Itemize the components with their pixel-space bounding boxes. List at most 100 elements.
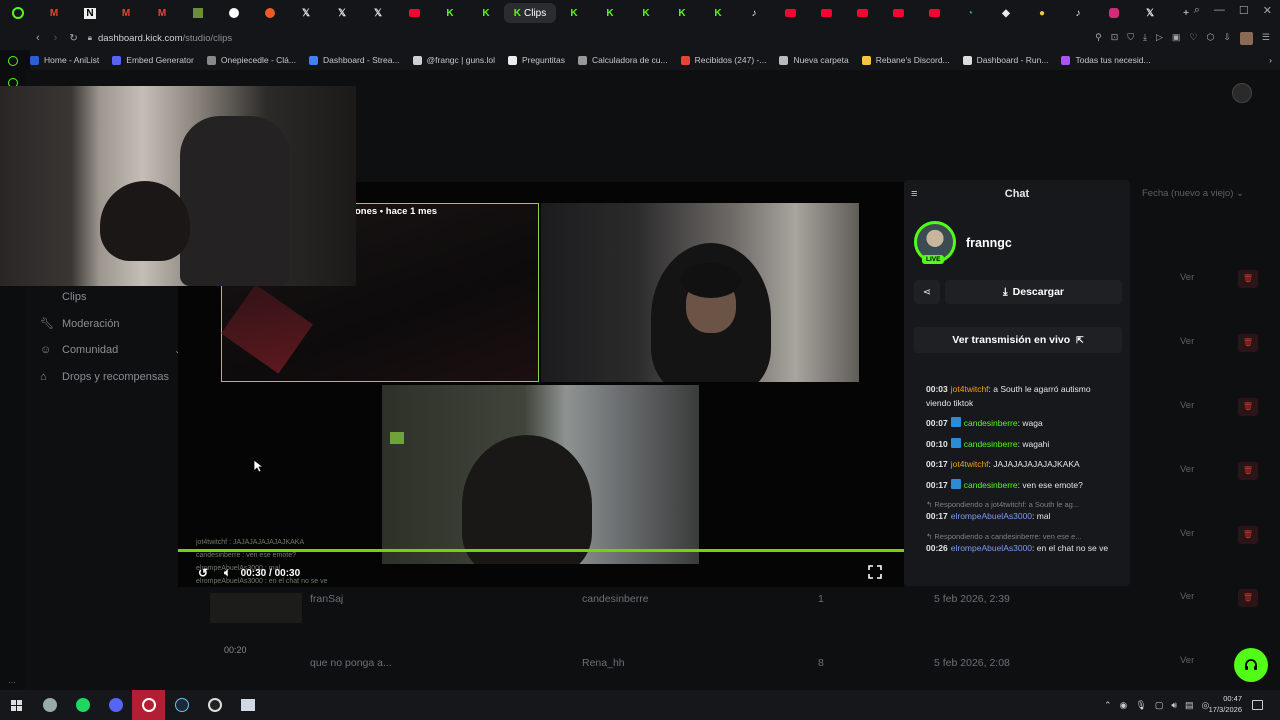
- tab-kick-icon[interactable]: K: [468, 3, 504, 23]
- ai-icon[interactable]: [8, 56, 18, 66]
- notifications-icon[interactable]: [1252, 700, 1263, 710]
- app-icon[interactable]: [231, 690, 264, 720]
- taskbar-clock[interactable]: 00:47 17/3/2026: [1209, 693, 1242, 715]
- steam-icon[interactable]: [165, 690, 198, 720]
- streamer-name[interactable]: franngc: [966, 236, 1012, 250]
- bookmark-item[interactable]: Calculadora de cu...: [578, 55, 668, 65]
- app-icon[interactable]: [33, 690, 66, 720]
- tab-gmail-icon[interactable]: M: [36, 3, 72, 23]
- message-username[interactable]: elrompeAbuelAs3000: [951, 543, 1032, 553]
- spotify-icon[interactable]: [66, 690, 99, 720]
- snapshot-icon[interactable]: ⊡: [1111, 32, 1119, 45]
- bookmark-item[interactable]: Rebane's Discord...: [861, 55, 950, 65]
- chat-message[interactable]: 00:17 candesinberre: ven ese emote?: [926, 478, 1112, 493]
- bookmark-item[interactable]: @frangc | guns.lol: [412, 55, 495, 65]
- chevron-up-icon[interactable]: ⌃: [1104, 700, 1112, 711]
- chat-message[interactable]: 00:03 jot4twitchf: a South le agarró auti…: [926, 383, 1112, 410]
- tab-app-icon[interactable]: ◆: [988, 3, 1024, 23]
- bookmark-item[interactable]: Embed Generator: [112, 55, 194, 65]
- opera-icon[interactable]: [132, 690, 165, 720]
- view-clip-link[interactable]: Ver: [1180, 528, 1194, 539]
- tab-chrome-icon[interactable]: [216, 3, 252, 23]
- obs-icon[interactable]: [198, 690, 231, 720]
- forward-icon[interactable]: ›: [54, 32, 58, 44]
- chat-message[interactable]: 00:17 jot4twitchf: JAJAJAJAJAJAJKAKA: [926, 458, 1112, 472]
- tab-kick-icon[interactable]: K: [700, 3, 736, 23]
- sidebar-more-icon[interactable]: ···: [8, 678, 16, 687]
- tab-x-icon[interactable]: 𝕏: [360, 3, 396, 23]
- shield-icon[interactable]: ⛉: [1127, 32, 1134, 45]
- collapse-chat-icon[interactable]: ≡: [911, 188, 917, 200]
- fullscreen-icon[interactable]: [868, 565, 882, 579]
- share-button[interactable]: ⋖: [914, 280, 940, 304]
- bookmark-item[interactable]: Todas tus necesid...: [1061, 55, 1151, 65]
- bookmark-item[interactable]: Home - AniList: [30, 55, 99, 65]
- tab-kick-icon[interactable]: K: [628, 3, 664, 23]
- tab-web-icon[interactable]: ◔: [952, 3, 988, 23]
- tab-x-icon[interactable]: 𝕏: [1132, 3, 1168, 23]
- menu-icon[interactable]: ☰: [1262, 32, 1270, 45]
- opera-logo-icon[interactable]: [0, 3, 36, 23]
- cube-icon[interactable]: ▣: [1172, 32, 1181, 45]
- bookmark-item[interactable]: Recibidos (247) -...: [680, 55, 766, 65]
- tab-app-icon[interactable]: [252, 3, 288, 23]
- sort-filter-dropdown[interactable]: Fecha (nuevo a viejo) ⌄: [1142, 188, 1244, 199]
- message-username[interactable]: jot4twitchf: [951, 459, 989, 469]
- mic-icon[interactable]: 🎙︎: [1135, 700, 1146, 711]
- table-row[interactable]: 00:20 que no ponga a... Rena_hh 8 5 feb …: [210, 645, 1010, 669]
- tab-minecraft-icon[interactable]: [180, 3, 216, 23]
- tab-instagram-icon[interactable]: [1096, 3, 1132, 23]
- tab-youtube-icon[interactable]: [844, 3, 880, 23]
- chat-message[interactable]: ↰ Respondiendo a candesinberre: ven ese …: [926, 531, 1112, 556]
- minimize-icon[interactable]: —: [1214, 4, 1225, 17]
- tab-youtube-icon[interactable]: [808, 3, 844, 23]
- view-clip-link[interactable]: Ver: [1180, 272, 1194, 283]
- tab-x-icon[interactable]: 𝕏: [324, 3, 360, 23]
- delete-clip-button[interactable]: 🗑︎: [1238, 334, 1258, 352]
- tab-gmail-icon[interactable]: M: [108, 3, 144, 23]
- delete-clip-button[interactable]: 🗑︎: [1238, 589, 1258, 607]
- replay-icon[interactable]: ↺: [198, 566, 208, 580]
- view-clip-link[interactable]: Ver: [1180, 655, 1194, 666]
- heart-icon[interactable]: ♡: [1189, 32, 1197, 45]
- bookmarks-overflow-icon[interactable]: ›: [1269, 55, 1272, 65]
- view-clip-link[interactable]: Ver: [1180, 464, 1194, 475]
- bookmark-item[interactable]: Preguntitas: [508, 55, 565, 65]
- message-username[interactable]: elrompeAbuelAs3000: [951, 511, 1032, 521]
- tab-youtube-icon[interactable]: [916, 3, 952, 23]
- user-avatar[interactable]: [1232, 83, 1252, 103]
- bookmark-item[interactable]: Nueva carpeta: [779, 55, 849, 65]
- sidebar-item-moderacion[interactable]: 🔧︎ Moderación: [40, 311, 181, 338]
- tab-x-icon[interactable]: 𝕏: [288, 3, 324, 23]
- video-progress-bar[interactable]: [178, 549, 904, 552]
- maximize-icon[interactable]: ☐: [1239, 4, 1249, 17]
- sidebar-item-drops[interactable]: ⌂ Drops y recompensas: [40, 364, 181, 391]
- chat-message[interactable]: 00:10 candesinberre: wagahi: [926, 437, 1112, 452]
- discord-icon[interactable]: [99, 690, 132, 720]
- profile-avatar[interactable]: [1239, 31, 1253, 45]
- tab-notion-icon[interactable]: N: [72, 3, 108, 23]
- view-clip-link[interactable]: Ver: [1180, 400, 1194, 411]
- delete-clip-button[interactable]: 🗑︎: [1238, 398, 1258, 416]
- watch-live-button[interactable]: Ver transmisión en vivo ⇱: [914, 327, 1122, 353]
- speaker-icon[interactable]: 🔊︎: [1171, 700, 1177, 711]
- play-icon[interactable]: ▷: [1156, 32, 1163, 45]
- tray-app-icon[interactable]: ▢: [1155, 700, 1164, 711]
- tab-kick-icon[interactable]: K: [592, 3, 628, 23]
- tab-gmail-icon[interactable]: M: [144, 3, 180, 23]
- close-icon[interactable]: ✕: [1263, 4, 1272, 17]
- chat-message[interactable]: 00:07 candesinberre: waga: [926, 417, 1112, 431]
- pin-icon[interactable]: ⚲: [1095, 32, 1102, 45]
- bookmark-item[interactable]: Onepiecedle - Clá...: [206, 55, 296, 65]
- tab-kick-icon[interactable]: K: [664, 3, 700, 23]
- table-row[interactable]: franSaj candesinberre 1 5 feb 2026, 2:39: [210, 593, 1010, 623]
- tab-tiktok-icon[interactable]: ♪: [736, 3, 772, 23]
- message-username[interactable]: candesinberre: [964, 480, 1018, 490]
- download-button[interactable]: ⤓ Descargar: [945, 280, 1122, 304]
- tray-app-icon[interactable]: ▤: [1185, 700, 1194, 711]
- downloads-icon[interactable]: ⇩: [1223, 32, 1231, 45]
- tab-app-icon[interactable]: ●: [1024, 3, 1060, 23]
- view-clip-link[interactable]: Ver: [1180, 591, 1194, 602]
- message-username[interactable]: jot4twitchf: [951, 384, 989, 394]
- tab-tiktok-icon[interactable]: ♪: [1060, 3, 1096, 23]
